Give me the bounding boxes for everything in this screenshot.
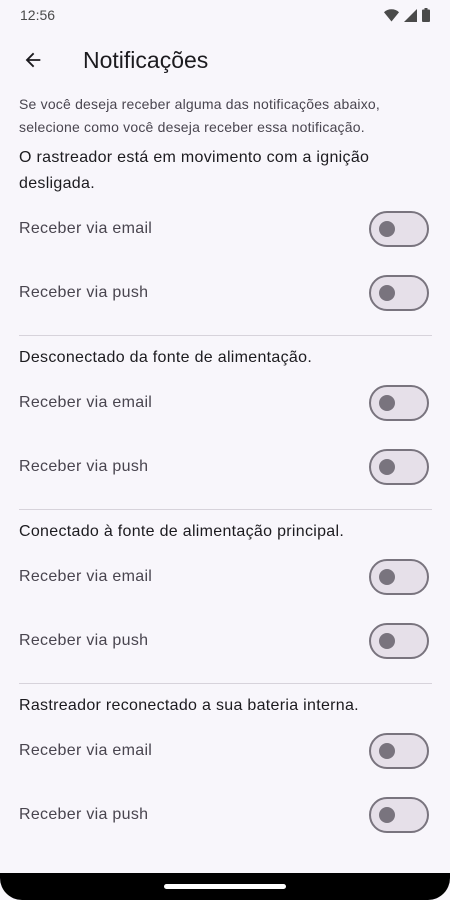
- email-toggle[interactable]: [369, 385, 429, 421]
- divider: [19, 509, 432, 510]
- status-icons: [384, 8, 430, 22]
- page-title: Notificações: [83, 46, 209, 73]
- email-toggle[interactable]: [369, 559, 429, 595]
- push-label: Receber via push: [19, 458, 149, 475]
- email-label: Receber via email: [19, 394, 153, 411]
- push-row: Receber via push: [19, 435, 432, 499]
- email-label: Receber via email: [19, 220, 153, 237]
- push-toggle[interactable]: [369, 275, 429, 311]
- push-row: Receber via push: [19, 609, 432, 673]
- wifi-icon: [384, 8, 399, 21]
- email-row: Receber via email: [19, 371, 432, 435]
- content: Se você deseja receber alguma das notifi…: [19, 90, 432, 847]
- push-label: Receber via push: [19, 806, 149, 823]
- push-label: Receber via push: [19, 284, 149, 301]
- email-toggle[interactable]: [369, 211, 429, 247]
- toggle-thumb: [379, 395, 395, 411]
- back-button[interactable]: [9, 36, 57, 84]
- home-gesture-handle[interactable]: [164, 884, 286, 889]
- notification-section: Conectado à fonte de alimentação princip…: [19, 519, 432, 673]
- toggle-thumb: [379, 569, 395, 585]
- notification-section: Rastreador reconectado a sua bateria int…: [19, 693, 432, 847]
- push-toggle[interactable]: [369, 623, 429, 659]
- email-label: Receber via email: [19, 742, 153, 759]
- toggle-thumb: [379, 285, 395, 301]
- email-toggle[interactable]: [369, 733, 429, 769]
- divider: [19, 335, 432, 336]
- section-title: Conectado à fonte de alimentação princip…: [19, 523, 345, 540]
- email-row: Receber via email: [19, 545, 432, 609]
- push-row: Receber via push: [19, 261, 432, 325]
- app-bar: Notificações: [0, 30, 450, 90]
- toggle-thumb: [379, 807, 395, 823]
- notification-section: Desconectado da fonte de alimentação. Re…: [19, 345, 432, 499]
- notification-section: O rastreador está em movimento com a ign…: [19, 145, 432, 325]
- signal-icon: [404, 8, 417, 22]
- section-title: Desconectado da fonte de alimentação.: [19, 349, 313, 366]
- push-toggle[interactable]: [369, 797, 429, 833]
- toggle-thumb: [379, 743, 395, 759]
- toggle-thumb: [379, 221, 395, 237]
- status-bar: 12:56: [0, 0, 450, 30]
- push-label: Receber via push: [19, 632, 149, 649]
- push-toggle[interactable]: [369, 449, 429, 485]
- toggle-thumb: [379, 633, 395, 649]
- notifications-screen: 12:56 Notificações Se você deseja recebe…: [0, 0, 450, 900]
- arrow-back-icon: [25, 52, 41, 68]
- status-time: 12:56: [20, 7, 56, 23]
- toggle-thumb: [379, 459, 395, 475]
- battery-icon: [422, 8, 430, 22]
- divider: [19, 683, 432, 684]
- intro-text: Se você deseja receber alguma das notifi…: [19, 96, 381, 135]
- email-row: Receber via email: [19, 197, 432, 261]
- push-row: Receber via push: [19, 783, 432, 847]
- navigation-bar: [0, 873, 450, 900]
- email-row: Receber via email: [19, 719, 432, 783]
- section-title: O rastreador está em movimento com a ign…: [19, 149, 370, 192]
- email-label: Receber via email: [19, 568, 153, 585]
- section-title: Rastreador reconectado a sua bateria int…: [19, 697, 359, 714]
